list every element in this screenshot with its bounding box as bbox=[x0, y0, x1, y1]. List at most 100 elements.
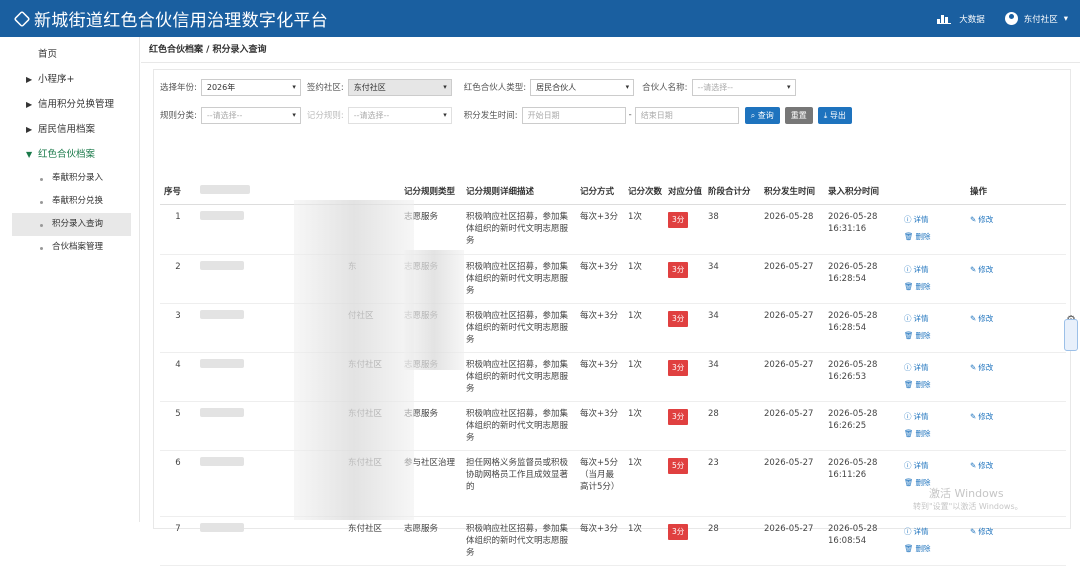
export-button[interactable]: ⤓ 导出 bbox=[817, 106, 852, 124]
delete-link[interactable]: 🗑 删除 bbox=[904, 376, 962, 393]
cell-community: 东付社区 bbox=[344, 516, 400, 566]
app-title: 新城街道红色合伙信用治理数字化平台 bbox=[34, 11, 329, 31]
cell-blank: ⓘ 详情 🗑 删除 bbox=[900, 204, 966, 255]
year-label: 选择年份: bbox=[160, 83, 197, 93]
delete-link[interactable]: 🗑 删除 bbox=[904, 278, 962, 295]
delete-link[interactable]: 🗑 删除 bbox=[904, 425, 962, 442]
cell-score: 3分 bbox=[664, 254, 704, 304]
cell-entry: 2026-05-28 16:31:16 bbox=[824, 204, 900, 255]
user-avatar-icon[interactable] bbox=[1004, 12, 1018, 25]
community-label: 签约社区: bbox=[306, 83, 344, 93]
bigdata-link[interactable]: 大数据 bbox=[959, 13, 985, 25]
cell-score: 3分 bbox=[664, 401, 704, 451]
rule2-select[interactable]: --请选择-- ▾ bbox=[347, 106, 452, 124]
time-start-input[interactable]: 开始日期 bbox=[521, 106, 626, 124]
activate-windows-watermark: 激活 Windows bbox=[929, 487, 1004, 500]
cell-rule-type: 志愿服务 bbox=[400, 516, 462, 566]
detail-link[interactable]: ⓘ 详情 bbox=[904, 523, 962, 540]
info-icon: ⓘ bbox=[904, 526, 912, 536]
time-end-input[interactable]: 结束日期 bbox=[634, 106, 739, 124]
partner-type-select[interactable]: 居民合伙人 ▾ bbox=[530, 78, 635, 96]
edit-link[interactable]: ✎ 修改 bbox=[970, 261, 1062, 278]
delete-link[interactable]: 🗑 删除 bbox=[904, 228, 962, 245]
cell-date: 2026-05-27 bbox=[760, 516, 824, 566]
cell-score: 3分 bbox=[664, 303, 704, 353]
edit-link[interactable]: ✎ 修改 bbox=[970, 523, 1062, 540]
reset-button[interactable]: 重置 bbox=[784, 106, 813, 124]
sidebar-item-home[interactable]: 首页 bbox=[0, 37, 139, 67]
sidebar-sub-score-entry[interactable]: 奉献积分录入 bbox=[0, 167, 139, 190]
pencil-icon: ✎ bbox=[970, 264, 977, 274]
sidebar-item-resident-credit[interactable]: ▶ 居民信用档案 bbox=[0, 117, 139, 142]
cell-method: 每次+5分（当月最高计5分） bbox=[576, 450, 624, 517]
sidebar-sub-score-exchange[interactable]: 奉献积分兑换 bbox=[0, 190, 139, 213]
detail-link[interactable]: ⓘ 详情 bbox=[904, 310, 962, 327]
delete-link[interactable]: 🗑 删除 bbox=[904, 540, 962, 557]
query-button[interactable]: ⌕ 查询 bbox=[744, 106, 780, 124]
cell-date: 2026-05-27 bbox=[760, 303, 824, 353]
cell-total: 38 bbox=[704, 204, 760, 255]
score-badge: 3分 bbox=[668, 310, 689, 327]
trash-icon: 🗑 bbox=[904, 379, 914, 389]
pencil-icon: ✎ bbox=[970, 313, 977, 323]
cell-times: 1次 bbox=[624, 303, 664, 353]
cell-method: 每次+3分 bbox=[576, 516, 624, 566]
edit-link[interactable]: ✎ 修改 bbox=[970, 457, 1062, 474]
cell-method: 每次+3分 bbox=[576, 303, 624, 353]
user-name[interactable]: 东付社区 bbox=[1024, 13, 1058, 25]
caret-down-icon: ▾ bbox=[443, 82, 447, 91]
trash-icon: 🗑 bbox=[904, 543, 914, 553]
cell-no: 3 bbox=[160, 303, 196, 353]
cell-method: 每次+3分 bbox=[576, 204, 624, 255]
cell-action: ✎ 修改 bbox=[966, 303, 1066, 353]
sidebar-item-red-partner[interactable]: ▼ 红色合伙档案 bbox=[0, 142, 139, 167]
caret-down-icon: ▾ bbox=[292, 82, 296, 91]
community-select[interactable]: 东付社区 ▾ bbox=[347, 78, 452, 96]
sidebar-sub-partner-archive[interactable]: 合伙档案管理 bbox=[0, 236, 139, 259]
detail-link[interactable]: ⓘ 详情 bbox=[904, 457, 962, 474]
detail-link[interactable]: ⓘ 详情 bbox=[904, 408, 962, 425]
cell-total: 28 bbox=[704, 401, 760, 451]
float-tool-icon[interactable] bbox=[1064, 319, 1078, 351]
sidebar-sub-score-query[interactable]: 积分录入查询 bbox=[12, 213, 131, 236]
edit-link[interactable]: ✎ 修改 bbox=[970, 408, 1062, 425]
cell-method: 每次+3分 bbox=[576, 352, 624, 402]
detail-link[interactable]: ⓘ 详情 bbox=[904, 211, 962, 228]
cell-no: 6 bbox=[160, 450, 196, 517]
cell-no: 7 bbox=[160, 516, 196, 566]
edit-link[interactable]: ✎ 修改 bbox=[970, 310, 1062, 327]
cell-blank: ⓘ 详情 🗑 删除 bbox=[900, 352, 966, 402]
chart-icon[interactable] bbox=[937, 13, 952, 24]
trash-icon: 🗑 bbox=[904, 281, 914, 291]
year-select[interactable]: 2026年 ▾ bbox=[200, 78, 301, 96]
cell-total: 34 bbox=[704, 254, 760, 304]
cell-name bbox=[196, 352, 266, 402]
activate-windows-hint: 转到"设置"以激活 Windows。 bbox=[913, 502, 1023, 511]
chevron-down-icon: ▼ bbox=[26, 150, 33, 159]
edit-link[interactable]: ✎ 修改 bbox=[970, 211, 1062, 228]
sidebar-item-miniprogram[interactable]: ▶ 小程序+ bbox=[0, 67, 139, 92]
detail-link[interactable]: ⓘ 详情 bbox=[904, 261, 962, 278]
cell-no: 4 bbox=[160, 352, 196, 402]
cell-name bbox=[196, 516, 266, 566]
cell-times: 1次 bbox=[624, 401, 664, 451]
detail-link[interactable]: ⓘ 详情 bbox=[904, 359, 962, 376]
cell-score: 3分 bbox=[664, 516, 704, 566]
edit-link[interactable]: ✎ 修改 bbox=[970, 359, 1062, 376]
partner-name-select[interactable]: --请选择-- ▾ bbox=[691, 78, 796, 96]
cell-rule-desc: 积极响应社区招募，参加集体组织的新时代文明志愿服务 bbox=[462, 254, 576, 304]
cell-rule-desc: 积极响应社区招募，参加集体组织的新时代文明志愿服务 bbox=[462, 204, 576, 255]
delete-link[interactable]: 🗑 删除 bbox=[904, 327, 962, 344]
cell-times: 1次 bbox=[624, 516, 664, 566]
user-caret-icon[interactable]: ▾ bbox=[1064, 14, 1068, 24]
sidebar-item-credit-exchange[interactable]: ▶ 信用积分兑换管理 bbox=[0, 92, 139, 117]
info-icon: ⓘ bbox=[904, 411, 912, 421]
table-row: 7 东付社区 志愿服务 积极响应社区招募，参加集体组织的新时代文明志愿服务 每次+3分 1… bbox=[160, 516, 1066, 566]
trash-icon: 🗑 bbox=[904, 231, 914, 241]
rule-select[interactable]: --请选择-- ▾ bbox=[200, 106, 301, 124]
cell-blank: ⓘ 详情 🗑 删除 bbox=[900, 516, 966, 566]
th-entry: 录入积分时间 bbox=[824, 178, 900, 205]
chevron-right-icon: ▶ bbox=[26, 75, 33, 84]
info-icon: ⓘ bbox=[904, 362, 912, 372]
cell-no: 5 bbox=[160, 401, 196, 451]
